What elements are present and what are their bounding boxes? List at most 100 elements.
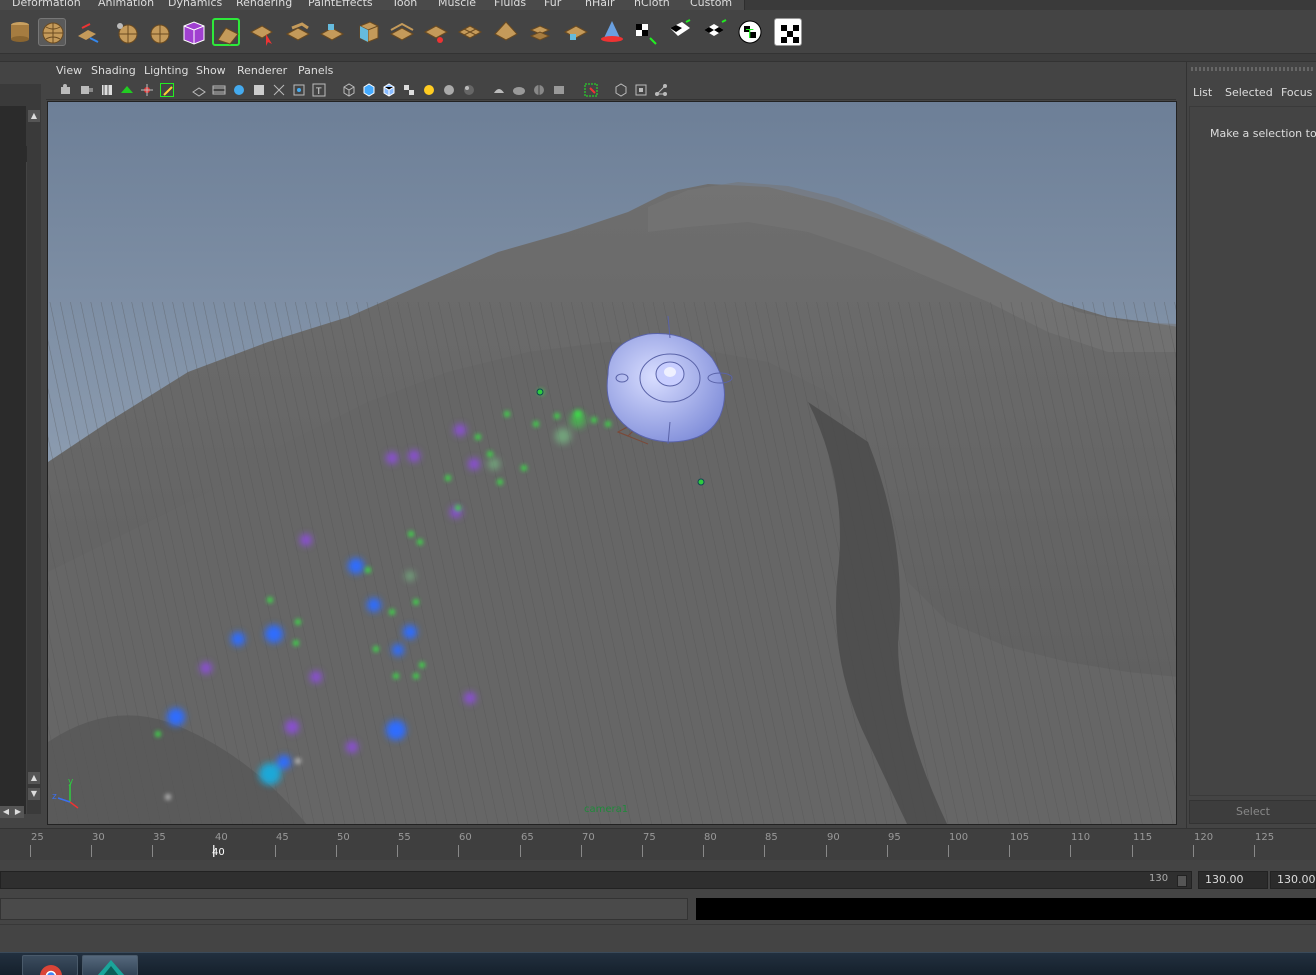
plane-icon[interactable] [456, 18, 484, 46]
scroll-up-arrow-icon[interactable]: ▲ [28, 110, 40, 122]
image-plane-icon[interactable] [120, 83, 134, 97]
camera-icon[interactable] [60, 83, 74, 97]
timeline-tick-label: 60 [459, 832, 472, 843]
plane-icon[interactable] [492, 18, 520, 46]
shelf-tab-custom[interactable]: Custom [678, 0, 746, 10]
emitter-locator[interactable] [536, 388, 544, 396]
all-lights-icon[interactable] [442, 83, 456, 97]
xray-components-icon[interactable] [654, 83, 668, 97]
shelf-tab-deformation[interactable]: Deformation [0, 0, 94, 10]
default-lighting-icon[interactable] [422, 83, 436, 97]
plane-icon[interactable] [562, 18, 590, 46]
wireframe-icon[interactable] [342, 83, 356, 97]
range-slider-bar: 130 130.00 130.00 [0, 868, 1316, 892]
timeline-tick-label: 65 [521, 832, 534, 843]
maya-icon[interactable] [82, 955, 138, 975]
tab-list[interactable]: List [1193, 86, 1212, 99]
motion-blur-icon[interactable] [532, 83, 546, 97]
menu-renderer[interactable]: Renderer [237, 64, 287, 77]
isolate-select-icon[interactable] [584, 83, 598, 97]
help-line [0, 924, 1316, 952]
range-slider-handle[interactable] [1177, 875, 1187, 887]
grease-pencil-icon[interactable] [160, 83, 174, 97]
xray-joints-icon[interactable] [634, 83, 648, 97]
wireframe-on-shaded-icon[interactable] [382, 83, 396, 97]
anti-aliasing-icon[interactable] [552, 83, 566, 97]
cylinder-icon[interactable] [6, 18, 34, 46]
selected-tool-icon[interactable] [212, 18, 240, 46]
tab-selected[interactable]: Selected [1225, 86, 1273, 99]
left-scrollbar[interactable]: ▲ ▲ ▼ [27, 106, 41, 814]
select-button[interactable]: Select [1189, 800, 1316, 824]
end-time-field[interactable]: 130.00 [1198, 871, 1268, 889]
checker-icon[interactable] [666, 18, 694, 46]
playback-end-field[interactable]: 130.00 [1270, 871, 1316, 889]
timeline-tick [458, 845, 459, 857]
time-slider[interactable]: 25 30 35 40 45 50 55 60 65 70 75 80 85 90 95 100 105 110 1… [0, 828, 1316, 860]
camera-attributes-icon[interactable] [80, 83, 94, 97]
scroll-up-arrow-icon[interactable]: ▲ [28, 772, 40, 784]
panel-grip[interactable] [1191, 67, 1313, 71]
scroll-right-arrow-icon[interactable]: ▶ [12, 806, 24, 818]
scroll-left-arrow-icon[interactable]: ◀ [0, 806, 12, 818]
hardware-fog-icon[interactable] [492, 83, 506, 97]
resolution-gate-icon[interactable] [232, 83, 246, 97]
command-result [696, 898, 1316, 920]
gate-mask-icon[interactable] [252, 83, 266, 97]
bookmarks-icon[interactable] [100, 83, 114, 97]
chrome-icon[interactable] [22, 955, 78, 975]
tab-focus[interactable]: Focus [1281, 86, 1312, 99]
shelf-tab-painteffects[interactable]: PaintEffects [296, 0, 386, 10]
checker-icon[interactable]: T [736, 18, 764, 46]
timeline-tick-label: 75 [643, 832, 656, 843]
checker-icon[interactable] [632, 18, 660, 46]
ambient-occlusion-icon[interactable] [512, 83, 526, 97]
plane-icon[interactable] [284, 18, 312, 46]
timeline-tick [336, 845, 337, 857]
menu-lighting[interactable]: Lighting [144, 64, 188, 77]
plane-icon[interactable] [422, 18, 450, 46]
shadows-icon[interactable] [462, 83, 476, 97]
shelf-tab-nhair[interactable]: nHair [573, 0, 628, 10]
menu-panels[interactable]: Panels [298, 64, 333, 77]
safe-title-icon[interactable]: T [312, 83, 326, 97]
shelf-tab-toon[interactable]: Toon [380, 0, 431, 10]
shelf-tab-muscle[interactable]: Muscle [426, 0, 490, 10]
shelf-tab-rendering[interactable]: Rendering [224, 0, 306, 10]
cube-purple-icon[interactable] [180, 18, 208, 46]
cube-icon[interactable] [354, 18, 382, 46]
film-gate-icon[interactable] [212, 83, 226, 97]
outliner-area[interactable] [0, 106, 26, 814]
shelf-tab-fluids[interactable]: Fluids [482, 0, 540, 10]
command-input[interactable] [0, 898, 688, 920]
menu-show[interactable]: Show [196, 64, 226, 77]
menu-view[interactable]: View [56, 64, 82, 77]
textured-icon[interactable] [402, 83, 416, 97]
scroll-down-arrow-icon[interactable]: ▼ [28, 788, 40, 800]
plane-icon[interactable] [318, 18, 346, 46]
plane-icon[interactable] [388, 18, 416, 46]
cone-icon[interactable] [598, 18, 626, 46]
sphere-mesh-icon[interactable] [38, 18, 66, 46]
2d-pan-icon[interactable] [140, 83, 154, 97]
checker-icon[interactable] [774, 18, 802, 46]
emitter-locator[interactable] [697, 478, 705, 486]
safe-action-icon[interactable] [292, 83, 306, 97]
xray-icon[interactable] [614, 83, 628, 97]
perspective-viewport[interactable]: y z camera1 [47, 101, 1177, 825]
extrude-icon[interactable] [74, 18, 102, 46]
shelf-tab-ncloth[interactable]: nCloth [622, 0, 683, 10]
polysphere-icon[interactable] [112, 18, 140, 46]
checker-icon[interactable] [700, 18, 728, 46]
smooth-shade-icon[interactable] [362, 83, 376, 97]
plane-icon[interactable] [526, 18, 554, 46]
attribute-editor-tabs: List Selected Focus [1187, 84, 1316, 102]
shelf-tab-animation[interactable]: Animation [86, 0, 168, 10]
polysphere-icon[interactable] [146, 18, 174, 46]
range-slider[interactable]: 130 [0, 871, 1192, 889]
menu-shading[interactable]: Shading [91, 64, 136, 77]
select-arrow-icon[interactable] [248, 18, 276, 46]
field-chart-icon[interactable] [272, 83, 286, 97]
grid-icon[interactable] [192, 83, 206, 97]
shelf-tab-fur[interactable]: Fur [532, 0, 575, 10]
